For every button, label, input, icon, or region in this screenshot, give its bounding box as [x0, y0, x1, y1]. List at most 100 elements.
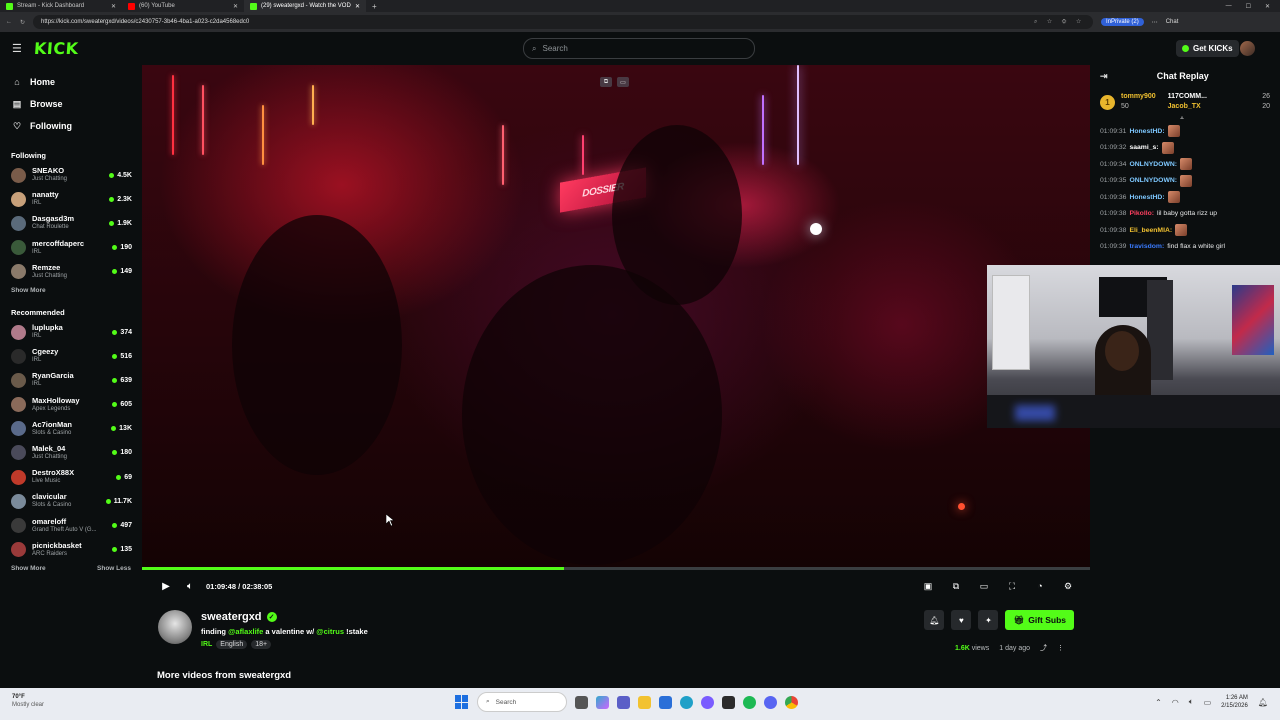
streamer-avatar[interactable]	[158, 610, 192, 644]
message-username[interactable]: travisdom:	[1129, 243, 1164, 250]
mention-link[interactable]: @citrus	[316, 627, 344, 636]
sidebar-nav-browse[interactable]: ▤ Browse	[0, 93, 142, 115]
message-username[interactable]: ONLNYDOWN:	[1129, 177, 1177, 184]
sidebar-channel[interactable]: Malek_04 Just Chatting 180	[0, 441, 142, 465]
show-more-button[interactable]: Show More	[11, 565, 46, 572]
leader-name[interactable]: 117COMM...	[1168, 92, 1257, 102]
sidebar-channel[interactable]: luplupka IRL 374	[0, 320, 142, 344]
message-username[interactable]: Pikollo:	[1129, 210, 1154, 217]
copilot-chat-button[interactable]: Chat	[1166, 19, 1179, 25]
new-tab-icon[interactable]: +	[366, 2, 383, 11]
speaker-icon[interactable]: 🔈︎	[1189, 697, 1194, 707]
clip-icon[interactable]: ⧉	[600, 77, 612, 87]
close-tab-icon[interactable]: ✕	[355, 3, 360, 10]
sparkle-icon[interactable]: ✦	[978, 610, 999, 630]
sidebar-nav-following[interactable]: ♡ Following	[0, 115, 142, 137]
volume-icon[interactable]: 🔈︎	[178, 581, 202, 592]
notification-icon[interactable]: 🔔︎	[1258, 698, 1268, 707]
sidebar-channel[interactable]: RyanGarcia IRL 639	[0, 368, 142, 392]
message-username[interactable]: ONLNYDOWN:	[1129, 161, 1177, 168]
edge-icon[interactable]	[680, 695, 693, 709]
message-username[interactable]: Eli_beenMIA:	[1129, 227, 1172, 234]
message-username[interactable]: saami_s:	[1129, 144, 1158, 151]
sidebar-channel[interactable]: Dasgasd3m Chat Roulette 1.9K	[0, 211, 142, 235]
sidebar-channel[interactable]: clavicular Slots & Casino 11.7K	[0, 489, 142, 513]
task-view-icon[interactable]	[575, 695, 588, 709]
store-icon[interactable]	[659, 695, 672, 709]
url-field[interactable]: https://kick.com/sweatergxd/videos/c2430…	[33, 15, 1094, 29]
sidebar-nav-home[interactable]: ⌂ Home	[0, 71, 142, 93]
copilot-icon[interactable]	[596, 695, 609, 709]
battery-icon[interactable]: ▭	[1204, 698, 1212, 707]
video-player[interactable]: DOSSIER ⧉ ▭	[142, 65, 1090, 568]
tag-chip[interactable]: 18+	[251, 640, 272, 649]
get-kicks-button[interactable]: Get KICKs	[1176, 40, 1239, 57]
mention-link[interactable]: @aflaxlife	[228, 627, 263, 636]
tag-chip[interactable]: English	[216, 640, 248, 649]
weather-widget[interactable]: 70°F Mostly clear	[12, 693, 44, 709]
speed-icon[interactable]: ◔	[1028, 581, 1052, 592]
sidebar-channel[interactable]: Ac7ionMan Slots & Casino 13K	[0, 417, 142, 441]
sidebar-channel[interactable]: nanatty IRL 2.3K	[0, 187, 142, 211]
spotify-icon[interactable]	[743, 695, 756, 709]
settings-gear-icon[interactable]: ⚙	[1056, 581, 1080, 592]
collapse-chat-icon[interactable]: ⇥	[1100, 71, 1108, 82]
leader-name[interactable]: Jacob_TX	[1168, 102, 1257, 112]
chevron-up-icon[interactable]: ⌃	[1155, 698, 1162, 707]
leader-name[interactable]: tommy900	[1121, 92, 1156, 102]
taskbar-search[interactable]: ⌕ Search	[477, 692, 567, 712]
menu-icon[interactable]: ☰	[12, 42, 22, 55]
refresh-icon[interactable]: ↻	[20, 19, 25, 26]
search-input[interactable]: ⌕ Search	[523, 38, 755, 59]
close-window-icon[interactable]: ✕	[1265, 3, 1270, 10]
follow-heart-icon[interactable]: ♥	[951, 610, 972, 630]
clock[interactable]: 1:26 AM 2/15/2026	[1221, 694, 1248, 710]
theater-mode-icon[interactable]: ▭	[972, 581, 996, 592]
message-username[interactable]: HonestHD:	[1129, 194, 1164, 201]
sidebar-channel[interactable]: Remzee Just Chatting 149	[0, 260, 142, 284]
more-options-icon[interactable]: ⋮	[1057, 644, 1064, 652]
windows-start-icon[interactable]	[455, 695, 469, 709]
share-icon[interactable]: ⤴	[1040, 643, 1047, 653]
clip-icon[interactable]: ⧉	[944, 581, 968, 592]
miniplayer-icon[interactable]: ▣	[916, 581, 940, 592]
message-username[interactable]: HonestHD:	[1129, 128, 1164, 135]
user-avatar[interactable]	[1240, 41, 1255, 56]
show-less-button[interactable]: Show Less	[97, 565, 131, 572]
inprivate-badge[interactable]: InPrivate (2)	[1101, 18, 1144, 26]
pin-icon[interactable]: ⩡	[1180, 115, 1184, 123]
fullscreen-icon[interactable]: ⛶	[1000, 581, 1024, 592]
chrome-icon[interactable]	[785, 695, 798, 709]
sidebar-channel[interactable]: mercoffdaperc IRL 190	[0, 236, 142, 260]
kick-logo[interactable]: KICK	[33, 39, 79, 58]
play-icon[interactable]: ▶	[154, 581, 178, 592]
more-icon[interactable]: ⋯	[1152, 19, 1158, 26]
channel-category: IRL	[32, 248, 42, 255]
wifi-icon[interactable]: ◠	[1172, 698, 1179, 707]
close-tab-icon[interactable]: ✕	[111, 3, 116, 10]
theater-icon[interactable]: ▭	[617, 77, 629, 87]
streamer-name[interactable]: sweatergxd	[201, 611, 262, 623]
discord-icon[interactable]	[764, 695, 777, 709]
back-icon[interactable]: ←	[6, 19, 12, 25]
sidebar-channel[interactable]: SNEAKO Just Chatting 4.5K	[0, 163, 142, 187]
sidebar-channel[interactable]: Cgeezy IRL 516	[0, 344, 142, 368]
sidebar-channel[interactable]: DestroX88X Live Music 69	[0, 465, 142, 489]
sidebar-channel[interactable]: MaxHolloway Apex Legends 605	[0, 393, 142, 417]
browser-tab-vod[interactable]: (29) sweatergxd - Watch the VOD ✕	[244, 0, 366, 12]
browser-tab-kick-dashboard[interactable]: Stream - Kick Dashboard ✕	[0, 0, 122, 12]
minimize-icon[interactable]: —	[1226, 3, 1232, 10]
show-more-button[interactable]: Show More	[11, 287, 46, 294]
sidebar-channel[interactable]: omareloff Grand Theft Auto V (G... 497	[0, 513, 142, 537]
kick-app-icon[interactable]	[722, 695, 735, 709]
teams-icon[interactable]	[617, 695, 630, 709]
sidebar-channel[interactable]: picnickbasket ARC Raiders 135	[0, 538, 142, 562]
category-link[interactable]: IRL	[201, 641, 212, 648]
gift-subs-button[interactable]: 🎁︎ Gift Subs	[1005, 610, 1074, 630]
close-tab-icon[interactable]: ✕	[233, 3, 238, 10]
browser-tab-youtube[interactable]: (60) YouTube ✕	[122, 0, 244, 12]
file-explorer-icon[interactable]	[638, 695, 651, 709]
maximize-icon[interactable]: ☐	[1246, 3, 1251, 10]
obs-icon[interactable]	[701, 695, 714, 709]
notification-bell-icon[interactable]: 🔔︎	[924, 610, 945, 630]
